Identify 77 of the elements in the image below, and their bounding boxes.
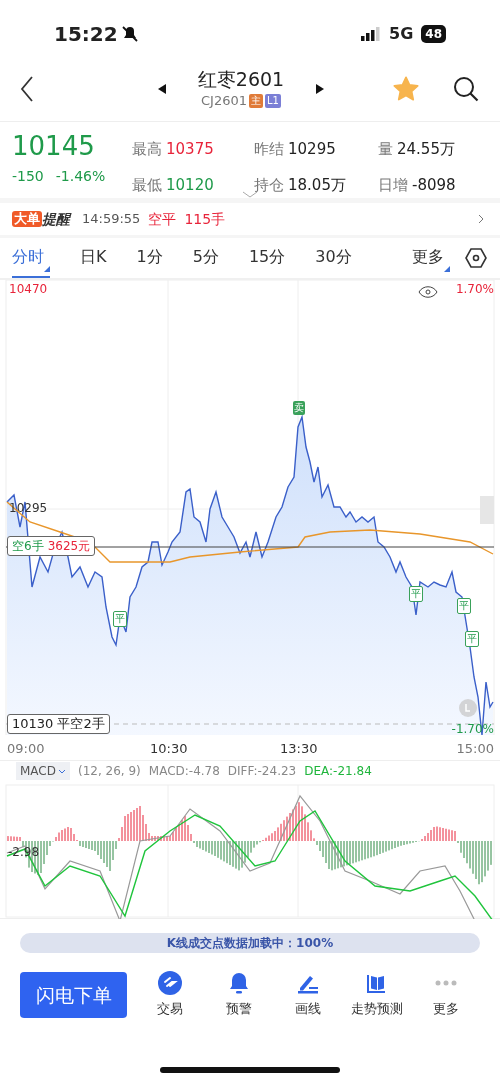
trade-marker: 卖 <box>293 401 305 415</box>
period-tab[interactable]: 更多 <box>412 238 450 278</box>
last-price: 10145 <box>12 130 96 162</box>
alert-volume: 115手 <box>184 209 226 229</box>
battery-indicator: 48 <box>421 25 446 43</box>
chevron-right-icon <box>478 214 484 224</box>
alert-time: 14:59:55 <box>82 210 141 229</box>
trade-marker: 平 <box>465 631 479 647</box>
contract-title: 红枣2601 <box>197 66 285 91</box>
stat-value: 24.55万 <box>397 139 455 160</box>
eye-icon[interactable] <box>418 286 438 298</box>
stat-value: 18.05万 <box>288 175 346 196</box>
network-label: 5G <box>389 23 414 45</box>
period-tab[interactable]: 5分 <box>192 238 219 278</box>
contract-tag: 主 <box>249 93 263 108</box>
stat-label: 最低 <box>132 175 162 196</box>
percent-high-label: 1.70% <box>455 281 494 298</box>
settings-icon[interactable] <box>464 246 488 270</box>
toolbar-action[interactable]: 走势预测 <box>344 971 409 1019</box>
time-axis-label: 10:30 <box>150 740 188 758</box>
position-pnl: 3625元 <box>47 538 91 555</box>
trade-marker: 平 <box>113 611 127 627</box>
diff-value: DIFF:-24.23 <box>227 763 297 780</box>
quick-order-button[interactable]: 闪电下单 <box>20 971 127 1018</box>
dea-value: DEA:-21.84 <box>304 763 372 780</box>
toolbar-action[interactable]: 画线 <box>275 971 340 1019</box>
indicator-params: (12, 26, 9) <box>78 763 141 780</box>
stat-value: -8098 <box>412 175 456 196</box>
time-axis-label: 15:00 <box>456 740 494 758</box>
trade-marker: 平 <box>409 586 423 602</box>
period-tab[interactable]: 30分 <box>315 238 352 278</box>
stat-label: 最高 <box>132 139 162 160</box>
alert-action: 空平 <box>148 209 177 229</box>
contract-code: CJ2601 <box>201 91 247 110</box>
bell-off-icon <box>121 26 138 42</box>
stat-label: 昨结 <box>254 139 284 160</box>
toolbar-action[interactable]: 交易 <box>137 971 202 1019</box>
caret-icon <box>44 266 50 272</box>
loading-text: K线成交点数据加载中：100% <box>166 935 334 952</box>
contract-tag: L1 <box>265 93 281 108</box>
trade-label: 10130 平空2手 <box>7 714 110 734</box>
stat-label: 日增 <box>378 175 408 196</box>
indicator-select[interactable]: MACD <box>16 762 70 780</box>
stat-label: 量 <box>378 139 393 160</box>
alert-tag: 大单 <box>12 211 42 227</box>
star-icon[interactable] <box>392 74 420 103</box>
stat-value: 10295 <box>288 139 336 160</box>
price-high-label: 10470 <box>9 281 48 298</box>
trade-icon <box>157 971 182 995</box>
period-tab[interactable]: 1分 <box>136 238 163 278</box>
status-time: 15:22 <box>54 21 118 48</box>
toolbar-action[interactable]: 更多 <box>413 971 478 1019</box>
back-icon[interactable] <box>20 75 34 102</box>
position-side: 空6手 <box>12 538 44 555</box>
period-tab[interactable]: 分时 <box>12 238 50 278</box>
toolbar-action[interactable]: 预警 <box>206 971 271 1019</box>
next-arrow-icon[interactable] <box>316 83 325 94</box>
search-icon[interactable] <box>452 74 480 103</box>
stat-value: 10120 <box>166 175 214 196</box>
chevron-down-icon <box>58 768 66 774</box>
caret-icon <box>444 266 450 272</box>
trade-marker: 平 <box>457 598 471 614</box>
alert-row[interactable]: 大单提醒 14:59:55 空平 115手 <box>0 203 500 235</box>
alert-title: 提醒 <box>42 209 70 229</box>
macd-value: MACD:-4.78 <box>148 763 220 780</box>
signal-icon <box>361 27 382 41</box>
period-tab[interactable]: 日K <box>80 238 107 278</box>
period-tab[interactable]: 15分 <box>248 238 286 278</box>
time-axis-label: 09:00 <box>7 740 45 758</box>
previous-arrow-icon[interactable] <box>157 83 166 94</box>
time-axis-label: 13:30 <box>280 740 318 758</box>
percent-change: -1.46% <box>55 167 106 186</box>
price-change: -150 <box>12 167 44 186</box>
stat-label: 持仓 <box>254 175 284 196</box>
more-icon <box>433 979 458 987</box>
side-handle[interactable] <box>480 496 494 524</box>
stat-value: 10375 <box>166 139 214 160</box>
